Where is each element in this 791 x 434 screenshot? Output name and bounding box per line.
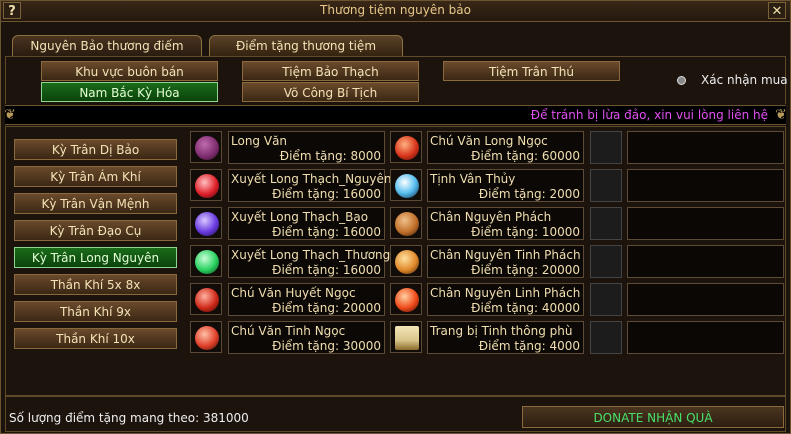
shop-window: ? Thương tiệm nguyên bảo ✕ Nguyên Bảo th…	[0, 0, 791, 434]
sidebar-item-than-khi-9x[interactable]: Thần Khí 9x	[14, 301, 177, 322]
right-ornament-icon: ❦	[775, 107, 787, 123]
sidebar-item-than-khi-5x-8x[interactable]: Thần Khí 5x 8x	[14, 274, 177, 295]
empty-slot[interactable]	[590, 321, 622, 354]
bronze-shard-icon[interactable]	[390, 207, 422, 239]
empty-slot[interactable]	[590, 283, 622, 316]
item-price: Điểm tặng: 16000	[272, 187, 381, 201]
category-gem-shop[interactable]: Tiệm Bảo Thạch	[242, 61, 419, 81]
item-name: Chú Văn Long Ngọc	[430, 134, 548, 148]
empty-card	[627, 321, 784, 354]
shop-item-card[interactable]: Chân Nguyên Linh Phách Điểm tặng: 40000	[427, 283, 584, 316]
fire-shard-icon[interactable]	[390, 283, 422, 315]
empty-slot[interactable]	[590, 207, 622, 240]
item-price: Điểm tặng: 8000	[279, 149, 381, 163]
shop-item-card[interactable]: Chân Nguyên Tinh Phách Điểm tặng: 20000	[427, 245, 584, 278]
empty-slot[interactable]	[590, 131, 622, 164]
shop-item-card[interactable]: Chân Nguyên Phách Điểm tặng: 10000	[427, 207, 584, 240]
title-bar: ? Thương tiệm nguyên bảo ✕	[1, 1, 790, 22]
confirm-purchase-radio[interactable]	[677, 76, 686, 85]
shop-item-card[interactable]: Chú Văn Tinh Ngọc Điểm tặng: 30000	[228, 321, 385, 354]
empty-slot[interactable]	[590, 169, 622, 202]
category-trade-zone[interactable]: Khu vực buôn bán	[41, 61, 218, 81]
item-name: Trang bị Tinh thông phù	[430, 324, 573, 338]
left-ornament-icon: ❦	[4, 107, 16, 123]
confirm-purchase-label: Xác nhận mua	[701, 73, 788, 87]
shop-item-card[interactable]: Trang bị Tinh thông phù Điểm tặng: 4000	[427, 321, 584, 354]
empty-card	[627, 245, 784, 278]
tab-nguyen-bao-shop[interactable]: Nguyên Bảo thương điếm	[12, 35, 202, 56]
category-martial-books[interactable]: Võ Công Bí Tịch	[242, 82, 419, 102]
purple-gem-icon[interactable]	[190, 207, 222, 239]
item-name: Chú Văn Tinh Ngọc	[231, 324, 346, 338]
item-name: Tịnh Vân Thủy	[430, 172, 516, 186]
item-name: Chân Nguyên Phách	[430, 210, 552, 224]
sidebar-item-ky-tran-dao-cu[interactable]: Kỳ Trân Đạo Cụ	[14, 220, 177, 241]
item-name: Chú Văn Huyết Ngọc	[231, 286, 356, 300]
shop-item-card[interactable]: Xuyết Long Thạch_Thương Điểm tặng: 16000	[228, 245, 390, 278]
points-carried-text: Số lượng điểm tặng mang theo: 381000	[9, 411, 249, 425]
item-name: Xuyết Long Thạch_Bạo	[231, 210, 369, 224]
item-price: Điểm tặng: 4000	[478, 339, 580, 353]
item-price: Điểm tặng: 60000	[471, 149, 580, 163]
blue-water-icon[interactable]	[390, 169, 422, 201]
sidebar-item-than-khi-10x[interactable]: Thần Khí 10x	[14, 328, 177, 349]
item-name: Xuyết Long Thạch_Thương	[231, 248, 391, 262]
item-price: Điểm tặng: 16000	[272, 225, 381, 239]
shop-item-card[interactable]: Xuyết Long Thạch_Bạo Điểm tặng: 16000	[228, 207, 385, 240]
notice-bar: Để tránh bị lừa đảo, xin vui lòng liên h…	[5, 105, 786, 125]
blood-jade-icon[interactable]	[190, 283, 222, 315]
shop-item-card[interactable]: Tịnh Vân Thủy Điểm tặng: 2000	[427, 169, 584, 202]
category-pet-shop[interactable]: Tiệm Trân Thú	[443, 61, 620, 81]
item-price: Điểm tặng: 10000	[471, 225, 580, 239]
category-exotic-goods[interactable]: Nam Bắc Kỳ Hóa	[41, 82, 218, 102]
shop-item-card[interactable]: Chú Văn Huyết Ngọc Điểm tặng: 20000	[228, 283, 385, 316]
red-gem-icon[interactable]	[190, 169, 222, 201]
empty-slot[interactable]	[590, 245, 622, 278]
item-price: Điểm tặng: 20000	[471, 263, 580, 277]
green-gem-icon[interactable]	[190, 245, 222, 277]
star-jade-icon[interactable]	[190, 321, 222, 353]
item-price: Điểm tặng: 16000	[272, 263, 381, 277]
dragon-emblem-icon[interactable]	[190, 131, 222, 163]
scroll-icon[interactable]	[390, 321, 422, 353]
empty-card	[627, 207, 784, 240]
red-dragon-jade-icon[interactable]	[390, 131, 422, 163]
item-name: Xuyết Long Thạch_Nguyên	[231, 172, 392, 186]
item-name: Chân Nguyên Tinh Phách	[430, 248, 581, 262]
item-price: Điểm tặng: 20000	[272, 301, 381, 315]
sidebar-item-ky-tran-van-menh[interactable]: Kỳ Trân Vận Mệnh	[14, 193, 177, 214]
sidebar-item-ky-tran-long-nguyen[interactable]: Kỳ Trân Long Nguyên	[14, 247, 177, 268]
orange-shard-icon[interactable]	[390, 245, 422, 277]
window-title: Thương tiệm nguyên bảo	[320, 3, 471, 17]
donate-button[interactable]: DONATE NHẬN QUÀ	[522, 406, 784, 428]
tab-gift-points-shop[interactable]: Điểm tặng thương tiệm	[209, 35, 403, 56]
sidebar-item-ky-tran-am-khi[interactable]: Kỳ Trân Ám Khí	[14, 166, 177, 187]
shop-item-card[interactable]: Xuyết Long Thạch_Nguyên Điểm tặng: 16000	[228, 169, 391, 202]
shop-item-card[interactable]: Chú Văn Long Ngọc Điểm tặng: 60000	[427, 131, 584, 164]
item-price: Điểm tặng: 2000	[478, 187, 580, 201]
item-name: Long Văn	[231, 134, 288, 148]
item-name: Chân Nguyên Linh Phách	[430, 286, 581, 300]
sidebar-item-ky-tran-di-bao[interactable]: Kỳ Trân Dị Bảo	[14, 139, 177, 160]
empty-card	[627, 169, 784, 202]
scrolling-notice: Để tránh bị lừa đảo, xin vui lòng liên h…	[530, 108, 768, 122]
item-price: Điểm tặng: 40000	[471, 301, 580, 315]
empty-card	[627, 283, 784, 316]
empty-card	[627, 131, 784, 164]
close-button[interactable]: ✕	[768, 2, 786, 19]
shop-item-card[interactable]: Long Văn Điểm tặng: 8000	[228, 131, 385, 164]
item-price: Điểm tặng: 30000	[272, 339, 381, 353]
